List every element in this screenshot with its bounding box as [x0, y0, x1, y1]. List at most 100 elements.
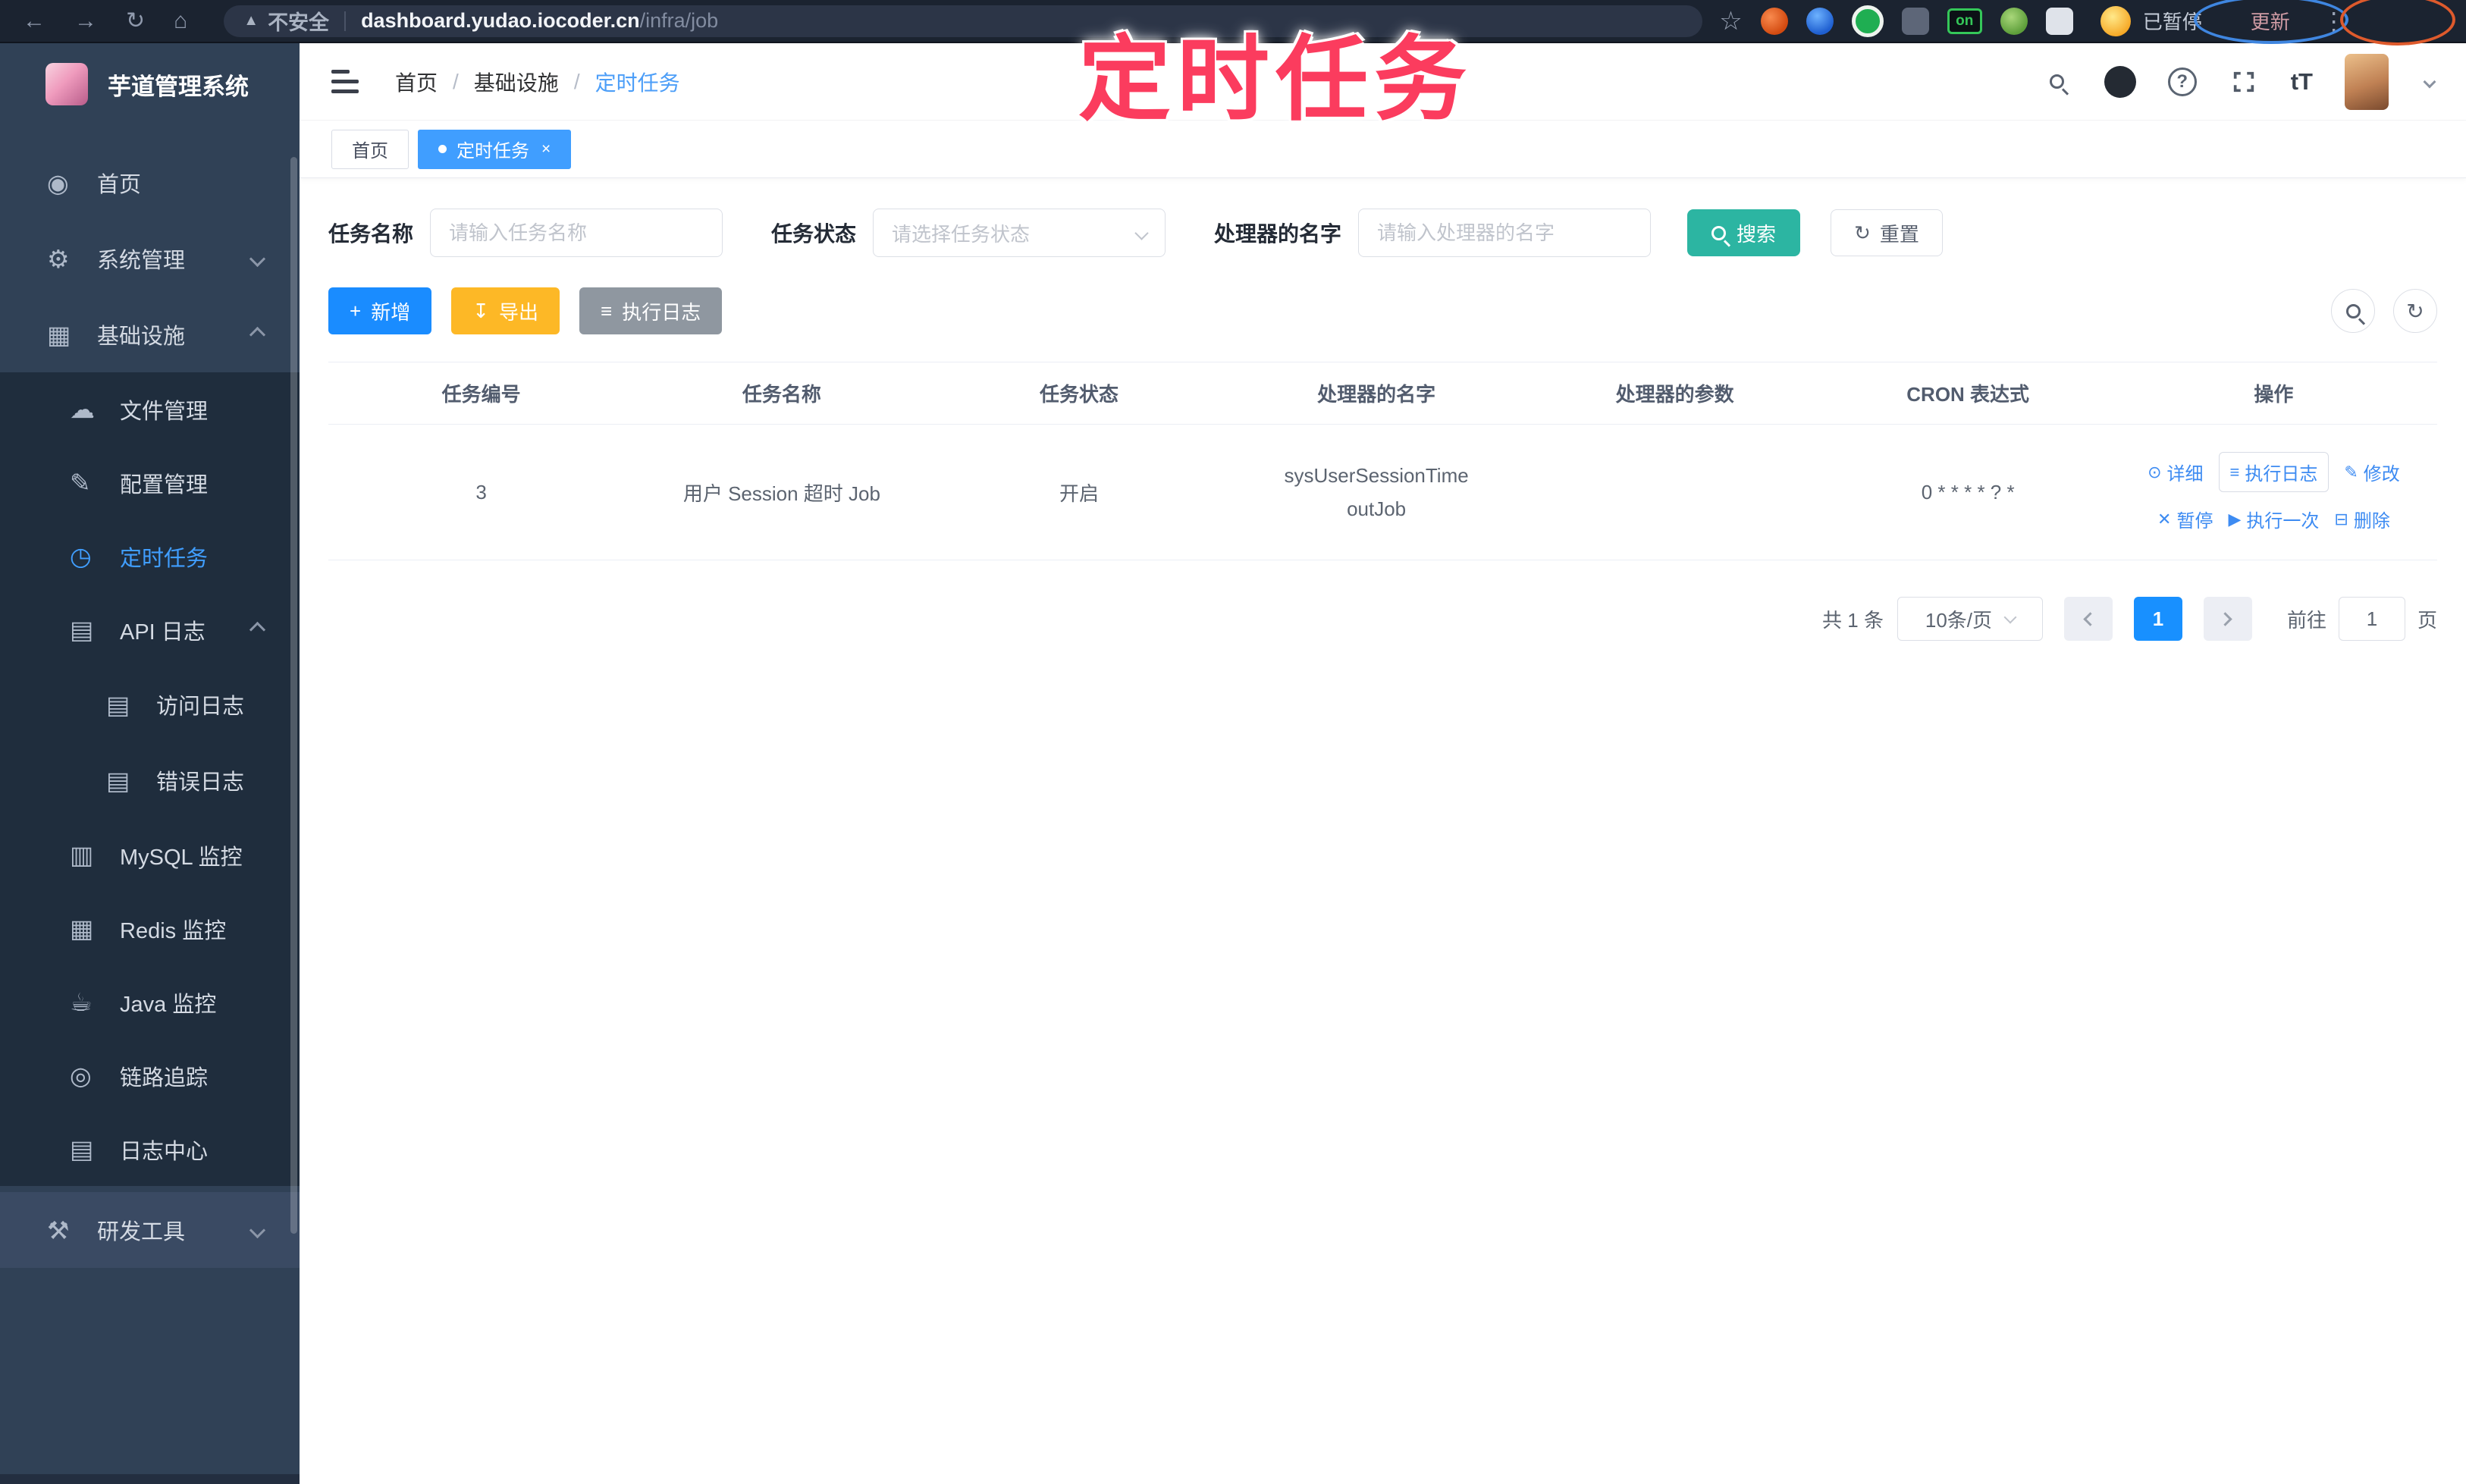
sidebar-item-java[interactable]: ☕ Java 监控	[0, 965, 300, 1039]
reset-button[interactable]: ↻ 重置	[1831, 209, 1943, 256]
sidebar-item-error-log[interactable]: ▤ 错误日志	[0, 742, 300, 818]
extension-on-badge[interactable]: on	[1947, 8, 1982, 34]
run-once-link[interactable]: ▶ 执行一次	[2228, 506, 2319, 532]
search-icon[interactable]	[2042, 67, 2072, 97]
row-exec-log-label: 执行日志	[2245, 464, 2318, 485]
plus-icon: +	[350, 299, 362, 322]
table-header-row: 任务编号 任务名称 任务状态 处理器的名字 处理器的参数 CRON 表达式 操作	[328, 362, 2437, 425]
sidebar-item-infra[interactable]: ▦ 基础设施	[0, 296, 300, 372]
sidebar-item-system[interactable]: ⚙ 系统管理	[0, 221, 300, 296]
table-row: 3 用户 Session 超时 Job 开启 sysUserSessionTim…	[328, 424, 2437, 560]
sidebar-item-job[interactable]: ◷ 定时任务	[0, 519, 300, 593]
export-button[interactable]: ↧ 导出	[451, 287, 560, 334]
tab-job-active[interactable]: 定时任务 ×	[418, 129, 572, 169]
current-page-button[interactable]: 1	[2133, 597, 2182, 641]
security-warning-label[interactable]: 不安全	[268, 6, 329, 36]
back-icon[interactable]: ←	[23, 8, 45, 34]
sidebar-item-file[interactable]: ☁ 文件管理	[0, 372, 300, 446]
url-divider	[344, 11, 347, 31]
sidebar-item-api-log[interactable]: ▤ API 日志	[0, 593, 300, 667]
sidebar-item-access-log[interactable]: ▤ 访问日志	[0, 667, 300, 742]
tab-home[interactable]: 首页	[331, 129, 409, 169]
address-bar[interactable]: ▲ 不安全 dashboard.yudao.iocoder.cn /infra/…	[224, 5, 1703, 37]
edit-link[interactable]: ✎ 修改	[2344, 459, 2399, 485]
extension-grid-icon[interactable]	[1901, 7, 1929, 35]
sidebar-item-config[interactable]: ✎ 配置管理	[0, 446, 300, 519]
sidebar: 芋道管理系统 ◉ 首页 ⚙ 系统管理 ▦ 基础设施 ☁ 文件管理 ✎ 配置管理 …	[0, 43, 300, 1484]
chevron-down-icon	[2003, 610, 2017, 624]
database-icon: ▥	[70, 841, 94, 869]
browser-profile-chip[interactable]: 已暂停	[2100, 5, 2202, 36]
page-size-select[interactable]: 10条/页	[1897, 597, 2043, 641]
extension-green-icon[interactable]	[1851, 5, 1884, 37]
row-exec-log-link[interactable]: ≡ 执行日志	[2218, 452, 2330, 492]
extension-orange-icon[interactable]	[1760, 7, 1788, 35]
breadcrumb-home[interactable]: 首页	[395, 67, 438, 97]
cell-job-id: 3	[328, 424, 635, 560]
extension-leaf-icon[interactable]	[2000, 7, 2028, 35]
extension-blue-icon[interactable]	[1806, 7, 1834, 35]
forward-icon[interactable]: →	[74, 8, 97, 34]
screen: ← → ↻ ⌂ ▲ 不安全 dashboard.yudao.iocoder.cn…	[0, 0, 2466, 1484]
sidebar-item-mysql[interactable]: ▥ MySQL 监控	[0, 818, 300, 892]
reload-icon[interactable]: ↻	[126, 8, 145, 34]
sidebar-item-devtools[interactable]: ⚒ 研发工具	[0, 1192, 300, 1268]
sidebar-item-label: MySQL 监控	[120, 845, 243, 870]
search-icon	[1711, 225, 1727, 240]
help-icon[interactable]: ?	[2167, 67, 2197, 96]
delete-link[interactable]: ⊟ 删除	[2334, 506, 2389, 532]
pause-link-label: 暂停	[2176, 511, 2213, 532]
exec-log-button[interactable]: ≡ 执行日志	[579, 287, 723, 334]
add-button[interactable]: + 新增	[328, 287, 432, 334]
tab-label: 定时任务	[456, 141, 529, 162]
sidebar-item-redis[interactable]: ▦ Redis 监控	[0, 892, 300, 965]
sidebar-item-label: 基础设施	[97, 325, 186, 349]
extension-puzzle-icon[interactable]	[2045, 7, 2073, 35]
refresh-button[interactable]: ↻	[2393, 289, 2437, 333]
prev-page-button[interactable]	[2063, 597, 2113, 641]
collapse-sidebar-icon[interactable]	[331, 70, 359, 93]
app-logo[interactable]: 芋道管理系统	[0, 43, 300, 124]
font-size-icon[interactable]: tT	[2291, 68, 2313, 96]
task-status-select[interactable]: 请选择任务状态	[873, 209, 1166, 257]
sidebar-scrollbar[interactable]	[290, 157, 297, 1234]
sidebar-footer	[0, 1474, 300, 1484]
task-name-input[interactable]	[430, 209, 723, 257]
extensions-row: ☆ on	[1719, 5, 2073, 37]
handler-name-input[interactable]	[1358, 209, 1652, 257]
delete-link-label: 删除	[2353, 511, 2390, 532]
dashboard-icon: ◉	[47, 168, 69, 197]
goto-page-input[interactable]	[2338, 597, 2405, 641]
fullscreen-icon[interactable]	[2229, 67, 2259, 97]
tab-label: 首页	[352, 141, 388, 162]
pause-link[interactable]: ✕ 暂停	[2157, 506, 2213, 532]
sidebar-item-home[interactable]: ◉ 首页	[0, 145, 300, 221]
home-icon[interactable]: ⌂	[174, 8, 187, 34]
refresh-icon: ↻	[2406, 299, 2424, 323]
page-size-value: 10条/页	[1925, 608, 1993, 632]
cloud-upload-icon: ☁	[70, 395, 95, 423]
sidebar-item-log-center[interactable]: ▤ 日志中心	[0, 1112, 300, 1186]
coffee-icon: ☕	[70, 988, 93, 1016]
user-avatar[interactable]	[2345, 53, 2389, 110]
app-logo-image	[45, 63, 88, 105]
sidebar-item-trace[interactable]: ◎ 链路追踪	[0, 1039, 300, 1112]
browser-update-button[interactable]: 更新	[2251, 7, 2290, 35]
toggle-search-button[interactable]	[2331, 289, 2375, 333]
github-icon[interactable]	[2104, 65, 2136, 98]
timer-icon: ◷	[70, 542, 92, 570]
next-page-button[interactable]	[2203, 597, 2252, 641]
detail-link[interactable]: ⊙ 详细	[2148, 459, 2203, 485]
close-icon[interactable]: ×	[541, 140, 551, 158]
avatar-caret-icon[interactable]	[2423, 75, 2436, 88]
sidebar-item-label: 错误日志	[156, 770, 245, 795]
breadcrumb-infra[interactable]: 基础设施	[474, 67, 559, 97]
browser-menu-icon[interactable]: ⋮	[2322, 7, 2348, 36]
cell-handler-param	[1523, 424, 1826, 560]
search-button[interactable]: 搜索	[1687, 209, 1801, 256]
export-button-label: 导出	[499, 300, 539, 324]
profile-avatar	[2100, 5, 2131, 36]
annotation-title: 定时任务	[1078, 28, 1473, 131]
annotation-ellipse-orange	[2340, 0, 2455, 45]
bookmark-star-icon[interactable]: ☆	[1719, 6, 1742, 36]
